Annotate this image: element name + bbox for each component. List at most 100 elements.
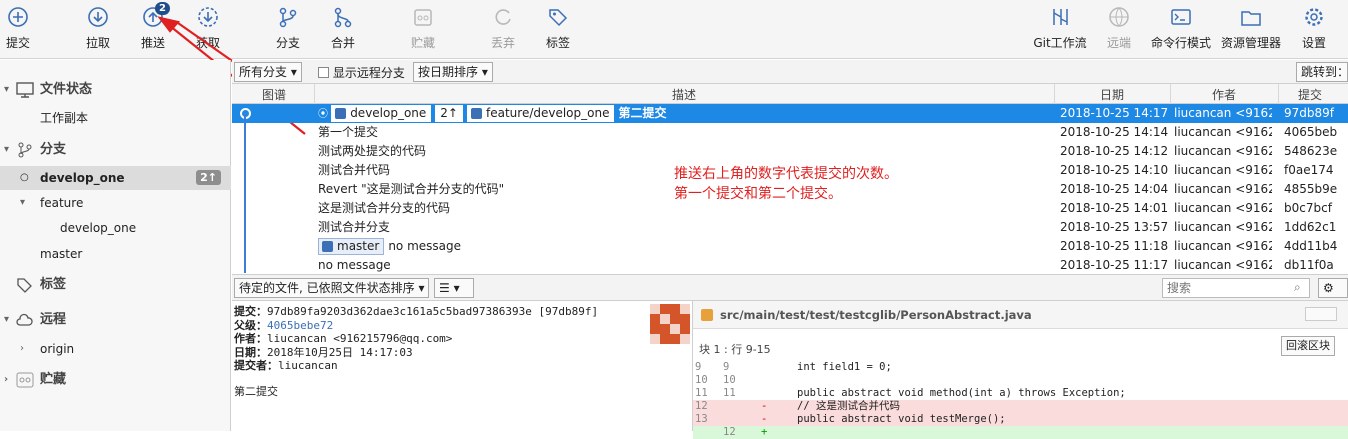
monitor-icon: [16, 82, 34, 98]
sidebar: ▾ 文件状态 工作副本 ▾ 分支 ○ develop_one 2↑ ▾ feat…: [0, 60, 231, 431]
commit-message: 测试合并分支: [318, 220, 391, 234]
sidebar-item-master[interactable]: master: [0, 242, 231, 266]
sidebar-item-label: feature: [40, 196, 84, 210]
merge-icon: [334, 7, 352, 28]
commit-message: 第二提交: [618, 106, 667, 120]
show-remote-checkbox[interactable]: 显示远程分支: [318, 64, 405, 81]
sidebar-section-remotes[interactable]: ▾ 远程: [0, 308, 231, 332]
table-row[interactable]: 测试合并分支 2018-10-25 13:57 liucancan <9162 1…: [232, 218, 1348, 237]
commit-hash: 1dd62c1: [1284, 220, 1337, 234]
table-row[interactable]: master no message 2018-10-25 11:18 liucan…: [232, 237, 1348, 256]
commit-button[interactable]: 提交: [0, 6, 48, 51]
date-value: 2018年10月25日 14:17:03: [267, 345, 413, 359]
sidebar-item-working-copy[interactable]: 工作副本: [0, 106, 231, 130]
fetch-label: 获取: [195, 36, 220, 50]
sidebar-section-branches[interactable]: ▾ 分支: [0, 138, 231, 162]
tag-button[interactable]: 标签: [528, 6, 588, 51]
branch-filter-dropdown[interactable]: 所有分支 ▾: [234, 62, 302, 82]
col-date[interactable]: 日期: [1100, 86, 1124, 103]
diff-file-header: src/main/test/test/testcglib/PersonAbstr…: [693, 301, 1348, 329]
table-row[interactable]: ⦿ develop_one 2↑ feature/develop_one 第二提交 2…: [232, 104, 1348, 123]
fetch-button[interactable]: 获取: [178, 6, 238, 51]
diff-line-added: 12 +: [693, 426, 1348, 439]
jump-to-button[interactable]: 跳转到：: [1296, 62, 1348, 82]
branch-tag: feature/develop_one: [467, 105, 615, 122]
commit-author: liucancan <91621: [1174, 125, 1272, 139]
parent-link[interactable]: 4065bebe72: [267, 319, 333, 332]
merge-label: 合并: [330, 36, 355, 50]
commit-message: no message: [318, 258, 391, 272]
col-commit[interactable]: 提交: [1298, 86, 1322, 103]
explorer-button[interactable]: 资源管理器: [1221, 6, 1281, 51]
file-options-button[interactable]: [1305, 307, 1337, 321]
pull-button[interactable]: 拉取: [68, 6, 128, 51]
head-marker-icon: ⦿: [318, 109, 332, 120]
chevron-right-icon: ›: [20, 343, 24, 354]
revert-hunk-button[interactable]: 回滚区块: [1281, 336, 1335, 356]
pull-label: 拉取: [85, 36, 110, 50]
merge-button[interactable]: 合并: [313, 6, 373, 51]
branch-tag: master: [318, 238, 385, 255]
sidebar-item-feature[interactable]: ▾ feature: [0, 191, 231, 215]
detail-label: 提交者：: [234, 359, 278, 372]
gitflow-button[interactable]: Git工作流: [1030, 6, 1090, 51]
commit-author: liucancan <91621: [1174, 220, 1272, 234]
ahead-count-badge: 2↑: [196, 170, 221, 185]
discard-icon: [495, 9, 511, 25]
detail-label: 作者：: [234, 332, 267, 345]
commit-date: 2018-10-25 14:12: [1060, 144, 1169, 158]
commit-hash: b0c7bcf: [1284, 201, 1332, 215]
commit-description: master no message: [318, 237, 461, 256]
diff-line: 9 9 int field1 = 0;: [695, 361, 892, 373]
pending-files-dropdown[interactable]: 待定的文件, 已依照文件状态排序 ▾: [234, 278, 430, 298]
annotation-line: 第一个提交和第二个提交。: [674, 186, 842, 202]
sidebar-remotes-label: 远程: [40, 312, 67, 327]
commit-message: 测试两处提交的代码: [318, 144, 427, 158]
sidebar-item-label: develop_one: [40, 171, 125, 185]
commit-author: liucancan <91621: [1174, 106, 1272, 120]
sidebar-item-label: 工作副本: [40, 111, 89, 125]
col-description[interactable]: 描述: [672, 86, 696, 103]
stash-button[interactable]: 贮藏: [393, 6, 453, 51]
options-dropdown[interactable]: ⚙: [1318, 278, 1348, 298]
commit-author: liucancan <91621: [1174, 144, 1272, 158]
chevron-right-icon: ›: [4, 374, 9, 385]
diff-line-removed: 12-// 这是测试合并代码: [693, 400, 1348, 413]
sidebar-section-workspace[interactable]: ▾ 文件状态: [0, 78, 231, 102]
table-row[interactable]: no message 2018-10-25 11:17 liucancan <9…: [232, 256, 1348, 274]
table-row[interactable]: 测试两处提交的代码 2018-10-25 14:12 liucancan <91…: [232, 142, 1348, 161]
commit-hash: db11f0a: [1284, 258, 1334, 272]
settings-button[interactable]: 设置: [1284, 6, 1344, 51]
commit-message: 这是测试合并分支的代码: [318, 201, 451, 215]
toolbar: 提交 拉取 2 推送 获取 分支 合并 贮藏 丢弃 标签 Git工作流 远端 命…: [0, 0, 1348, 59]
sort-dropdown[interactable]: 按日期排序 ▾: [413, 62, 493, 82]
sidebar-item-feature-develop-one[interactable]: develop_one: [0, 216, 231, 240]
sidebar-section-tags[interactable]: 标签: [0, 273, 231, 297]
branch-button[interactable]: 分支: [258, 6, 318, 51]
view-mode-dropdown[interactable]: ☰ ▾: [434, 278, 474, 298]
cloud-icon: [16, 313, 33, 326]
sidebar-item-origin[interactable]: › origin: [0, 337, 231, 361]
commit-hash: f0ae174: [1284, 163, 1334, 177]
committer-value: liucancan: [278, 359, 338, 372]
current-branch-icon: ○: [20, 172, 29, 183]
remote-button[interactable]: 远端: [1089, 6, 1149, 51]
sidebar-item-develop-one[interactable]: ○ develop_one 2↑: [0, 166, 231, 190]
col-author[interactable]: 作者: [1212, 86, 1236, 103]
branch-icon: [335, 108, 347, 119]
checkbox-box: [318, 67, 329, 78]
commit-date: 2018-10-25 11:18: [1060, 239, 1169, 253]
col-graph[interactable]: 图谱: [262, 86, 286, 103]
discard-button[interactable]: 丢弃: [473, 6, 533, 51]
table-row[interactable]: 第一个提交 2018-10-25 14:14 liucancan <91621 …: [232, 123, 1348, 142]
push-button[interactable]: 2 推送: [123, 2, 183, 51]
sidebar-section-stashes[interactable]: › 贮藏: [0, 368, 231, 392]
file-status-bar: 待定的文件, 已依照文件状态排序 ▾ ☰ ▾ ⌕ ⚙: [232, 274, 1348, 301]
search-input[interactable]: [1162, 278, 1310, 298]
discard-label: 丢弃: [490, 36, 515, 50]
commit-date: 2018-10-25 11:17: [1060, 258, 1169, 272]
commit-message-body: 第二提交: [234, 384, 278, 398]
plus-circle-icon: [8, 7, 28, 27]
terminal-button[interactable]: 命令行模式: [1151, 6, 1211, 51]
commit-hash: 548623e: [1284, 144, 1338, 158]
